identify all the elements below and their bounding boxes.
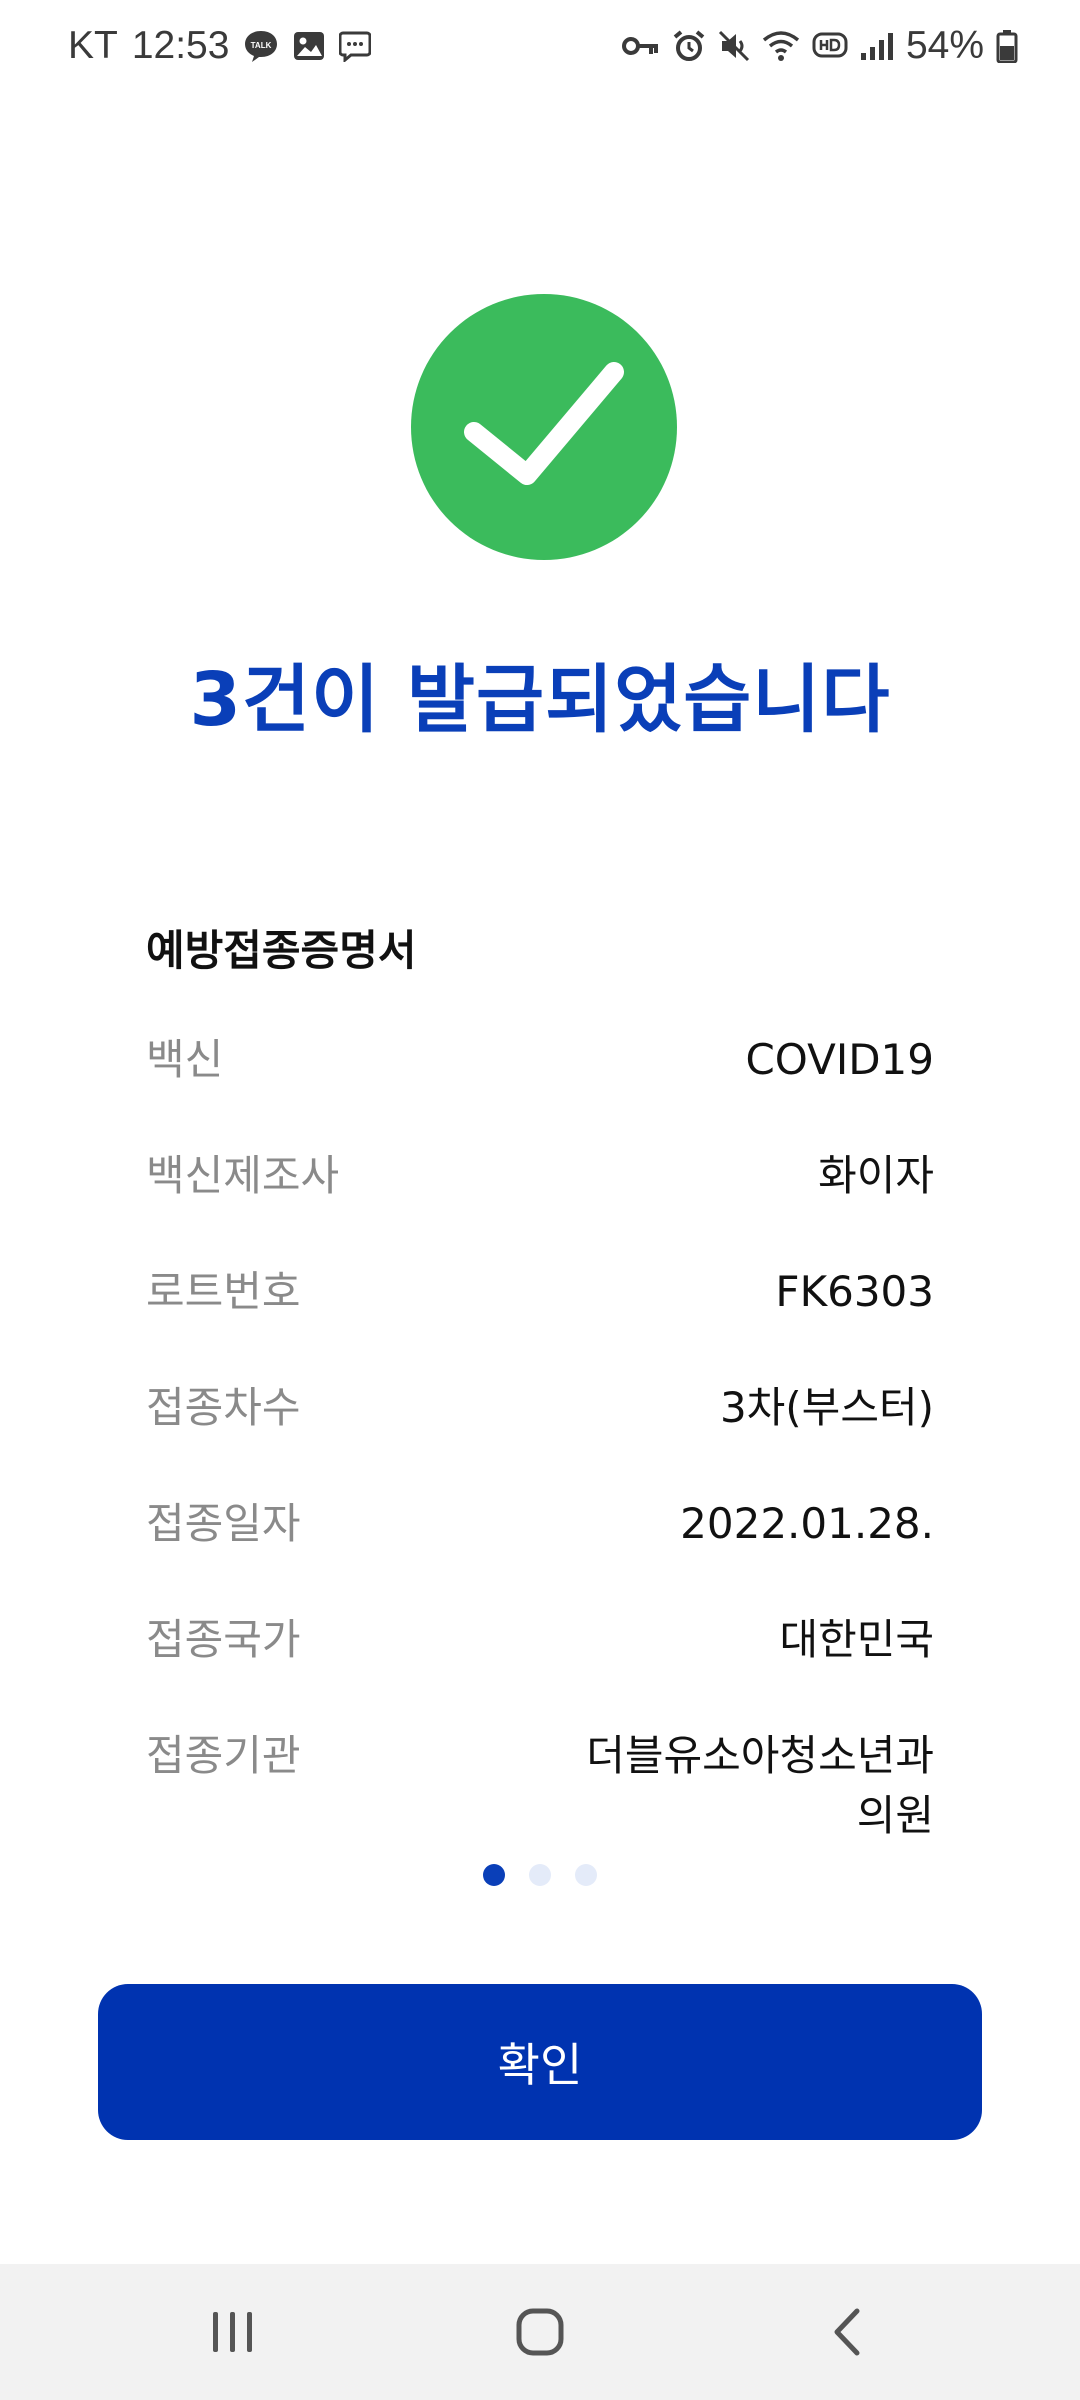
page-dot[interactable]: [575, 1864, 597, 1886]
certificate-card: 예방접종증명서 백신 COVID19 백신제조사 화이자 로트번호 FK6303…: [146, 920, 934, 1846]
screen: KT 12:53 TALK 54% 3건이 발급되었습니다 예방접종증명서 백신…: [0, 0, 1080, 2400]
detail-label: 접종국가: [146, 1615, 301, 1664]
hd-icon: [812, 32, 848, 60]
detail-label: 접종일자: [146, 1499, 301, 1548]
detail-value: COVID19: [745, 1035, 934, 1084]
clock: 12:53: [131, 24, 230, 67]
home-icon: [516, 2308, 564, 2356]
back-icon: [834, 2308, 860, 2356]
certificate-details: 백신 COVID19 백신제조사 화이자 로트번호 FK6303 접종차수 3차…: [146, 1030, 934, 1846]
status-bar-left: KT 12:53 TALK: [68, 24, 385, 68]
page-dot[interactable]: [529, 1864, 551, 1886]
detail-label: 백신: [146, 1035, 224, 1084]
mute-icon: [718, 30, 750, 62]
page-indicator[interactable]: [0, 1864, 1080, 1886]
detail-label: 접종차수: [146, 1383, 301, 1432]
wifi-icon: [762, 30, 800, 62]
result-title: 3건이 발급되었습니다: [189, 657, 891, 743]
detail-row-dose: 접종차수 3차(부스터): [146, 1378, 934, 1438]
key-icon: [621, 35, 660, 57]
detail-value: 2022.01.28.: [680, 1499, 934, 1548]
alarm-icon: [672, 29, 706, 63]
detail-row-manufacturer: 백신제조사 화이자: [146, 1146, 934, 1206]
detail-value: 3차(부스터): [719, 1383, 934, 1432]
back-button[interactable]: [787, 2282, 907, 2382]
detail-row-institution: 접종기관 더블유소아청소년과 의원: [146, 1726, 934, 1846]
image-icon: [293, 31, 325, 61]
detail-label: 로트번호: [146, 1267, 301, 1316]
home-button[interactable]: [480, 2282, 600, 2382]
talk-badge-text: TALK: [251, 41, 272, 50]
message-icon: [339, 30, 372, 62]
carrier-label: KT: [68, 24, 118, 67]
battery-percent: 54%: [905, 24, 984, 67]
recent-apps-icon: [213, 2312, 253, 2352]
detail-value: FK6303: [775, 1267, 934, 1316]
battery-icon: [996, 29, 1018, 63]
confirm-button[interactable]: 확인: [98, 1984, 982, 2140]
detail-value: 대한민국: [779, 1615, 934, 1664]
navigation-bar: [0, 2264, 1080, 2400]
recent-apps-button[interactable]: [173, 2282, 293, 2382]
certificate-title: 예방접종증명서: [146, 926, 417, 975]
detail-value: 더블유소아청소년과 의원: [586, 1731, 934, 1840]
detail-row-vaccine: 백신 COVID19: [146, 1030, 934, 1090]
detail-value: 화이자: [818, 1151, 934, 1200]
detail-row-lot-number: 로트번호 FK6303: [146, 1262, 934, 1322]
status-bar-right: 54%: [610, 24, 1018, 68]
status-bar: KT 12:53 TALK 54%: [0, 0, 1080, 92]
detail-label: 백신제조사: [146, 1151, 340, 1200]
detail-label: 접종기관: [146, 1731, 301, 1780]
detail-row-country: 접종국가 대한민국: [146, 1610, 934, 1670]
success-check-icon: [411, 294, 677, 560]
signal-icon: [860, 31, 894, 61]
detail-row-date: 접종일자 2022.01.28.: [146, 1494, 934, 1554]
talk-icon: TALK: [243, 29, 279, 63]
page-dot-active[interactable]: [483, 1864, 505, 1886]
